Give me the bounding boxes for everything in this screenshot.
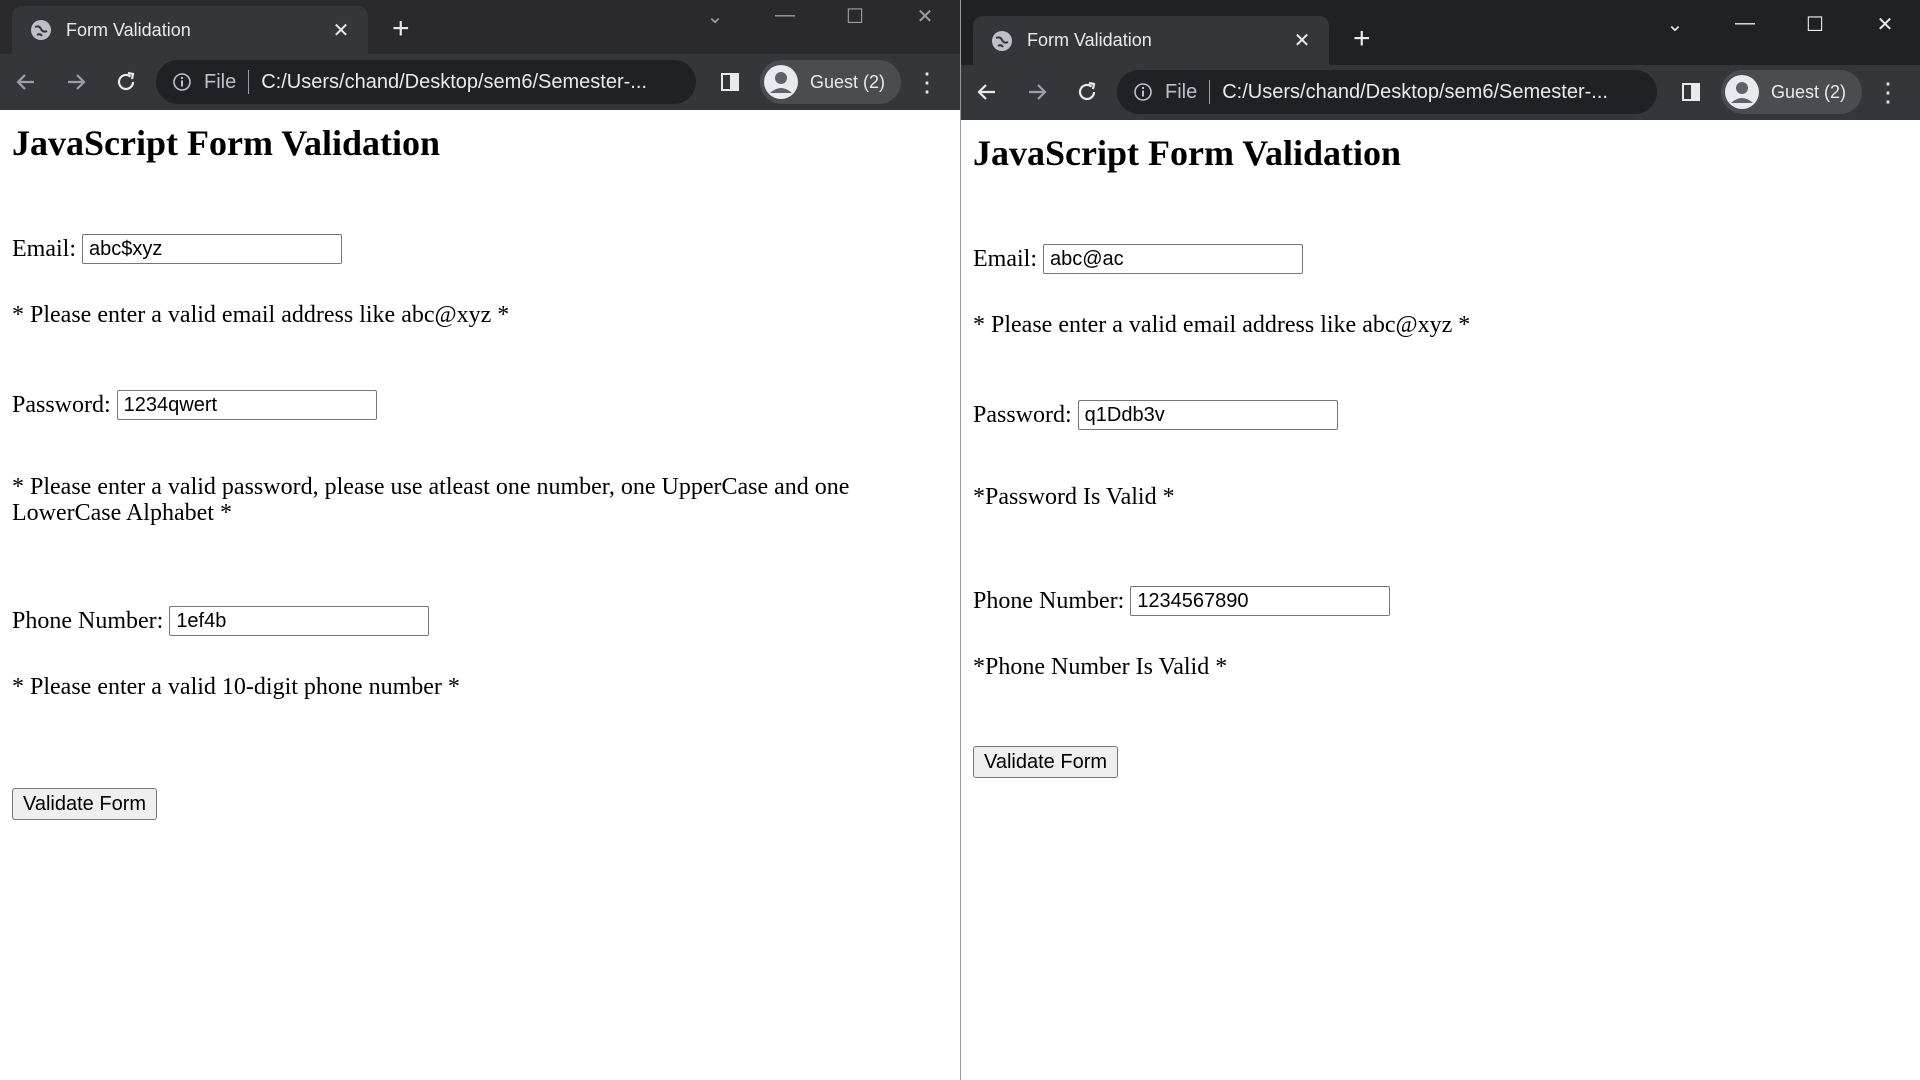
email-row: Email: — [973, 244, 1908, 274]
toolbar: File C:/Users/chand/Desktop/sem6/Semeste… — [0, 54, 960, 110]
password-message: *Password Is Valid * — [973, 484, 1175, 510]
phone-field[interactable] — [169, 606, 430, 636]
phone-message: *Phone Number Is Valid * — [973, 654, 1228, 680]
email-label: Email: — [12, 235, 76, 262]
phone-row: Phone Number: — [973, 586, 1908, 616]
email-field[interactable] — [1042, 244, 1303, 274]
phone-label: Phone Number: — [973, 587, 1125, 614]
password-message: * Please enter a valid password, please … — [12, 474, 850, 526]
close-window-icon[interactable]: ✕ — [1850, 12, 1920, 37]
validate-form-button[interactable]: Validate Form — [973, 746, 1119, 778]
back-icon[interactable] — [2, 58, 50, 106]
password-field[interactable] — [116, 390, 377, 420]
password-field[interactable] — [1077, 400, 1338, 430]
back-icon[interactable] — [963, 68, 1011, 116]
validate-form-button[interactable]: Validate Form — [12, 788, 158, 820]
phone-message: * Please enter a valid 10-digit phone nu… — [12, 674, 460, 700]
page-title: JavaScript Form Validation — [973, 133, 1402, 173]
page-content: JavaScript Form Validation Email: * Plea… — [961, 120, 1920, 1080]
side-panel-icon[interactable] — [708, 60, 752, 104]
reload-icon[interactable] — [102, 58, 150, 106]
forward-icon[interactable] — [1013, 68, 1061, 116]
url-scheme: File — [1165, 80, 1198, 103]
browser-window-right: Form Validation ✕ + ⌄ — ☐ ✕ File C:/User… — [961, 0, 1920, 1080]
menu-icon[interactable]: ⋮ — [1868, 70, 1908, 114]
profile-button[interactable]: Guest (2) — [760, 60, 902, 104]
profile-label: Guest (2) — [810, 71, 886, 92]
url-scheme: File — [204, 70, 237, 93]
tab-search-icon[interactable]: ⌄ — [1640, 12, 1710, 37]
password-label: Password: — [973, 401, 1072, 428]
globe-icon — [30, 19, 52, 41]
window-controls: ⌄ — ☐ ✕ — [1640, 12, 1920, 37]
minimize-icon[interactable]: — — [1710, 12, 1780, 37]
menu-icon[interactable]: ⋮ — [907, 60, 947, 104]
maximize-icon[interactable]: ☐ — [1780, 12, 1850, 37]
window-controls: ⌄ — ☐ ✕ — [680, 4, 960, 29]
url-text: C:/Users/chand/Desktop/sem6/Semester-... — [1222, 80, 1608, 103]
email-label: Email: — [973, 245, 1037, 272]
phone-field[interactable] — [1130, 586, 1391, 616]
email-message: * Please enter a valid email address lik… — [973, 312, 1471, 338]
address-bar[interactable]: File C:/Users/chand/Desktop/sem6/Semeste… — [156, 60, 696, 104]
maximize-icon[interactable]: ☐ — [820, 4, 890, 29]
phone-label: Phone Number: — [12, 607, 164, 634]
info-icon[interactable] — [1131, 80, 1155, 104]
password-label: Password: — [12, 391, 111, 418]
browser-chrome: Form Validation ✕ + ⌄ — ☐ ✕ File C:/User… — [0, 0, 960, 110]
avatar-icon — [1725, 75, 1759, 109]
new-tab-icon[interactable]: + — [1353, 24, 1371, 54]
tab-title: Form Validation — [66, 19, 191, 40]
info-icon[interactable] — [170, 70, 194, 94]
email-message: * Please enter a valid email address lik… — [12, 302, 510, 328]
page-title: JavaScript Form Validation — [12, 123, 441, 163]
globe-icon — [991, 30, 1013, 52]
password-row: Password: — [973, 400, 1908, 430]
profile-label: Guest (2) — [1771, 81, 1847, 102]
email-field[interactable] — [81, 234, 342, 264]
close-window-icon[interactable]: ✕ — [890, 4, 960, 29]
side-panel-icon[interactable] — [1669, 70, 1713, 114]
new-tab-icon[interactable]: + — [392, 14, 410, 44]
avatar-icon — [764, 65, 798, 99]
tab-search-icon[interactable]: ⌄ — [680, 4, 750, 29]
phone-row: Phone Number: — [12, 606, 948, 636]
page-content: JavaScript Form Validation Email: * Plea… — [0, 110, 960, 1080]
email-row: Email: — [12, 234, 948, 264]
forward-icon[interactable] — [52, 58, 100, 106]
url-separator — [1209, 80, 1211, 104]
password-row: Password: — [12, 390, 948, 420]
close-tab-icon[interactable]: ✕ — [1287, 28, 1317, 53]
url-separator — [248, 70, 250, 94]
toolbar: File C:/Users/chand/Desktop/sem6/Semeste… — [961, 64, 1920, 120]
browser-window-left: Form Validation ✕ + ⌄ — ☐ ✕ File C:/User… — [0, 0, 960, 1080]
address-bar[interactable]: File C:/Users/chand/Desktop/sem6/Semeste… — [1117, 70, 1657, 114]
minimize-icon[interactable]: — — [750, 4, 820, 29]
url-text: C:/Users/chand/Desktop/sem6/Semester-... — [261, 70, 647, 93]
browser-chrome: Form Validation ✕ + ⌄ — ☐ ✕ File C:/User… — [961, 0, 1920, 120]
tab-form-validation[interactable]: Form Validation ✕ — [12, 6, 368, 54]
tab-title: Form Validation — [1027, 30, 1152, 50]
profile-button[interactable]: Guest (2) — [1721, 70, 1863, 114]
close-tab-icon[interactable]: ✕ — [326, 18, 356, 43]
reload-icon[interactable] — [1063, 68, 1111, 116]
tab-form-validation[interactable]: Form Validation ✕ — [973, 16, 1329, 65]
